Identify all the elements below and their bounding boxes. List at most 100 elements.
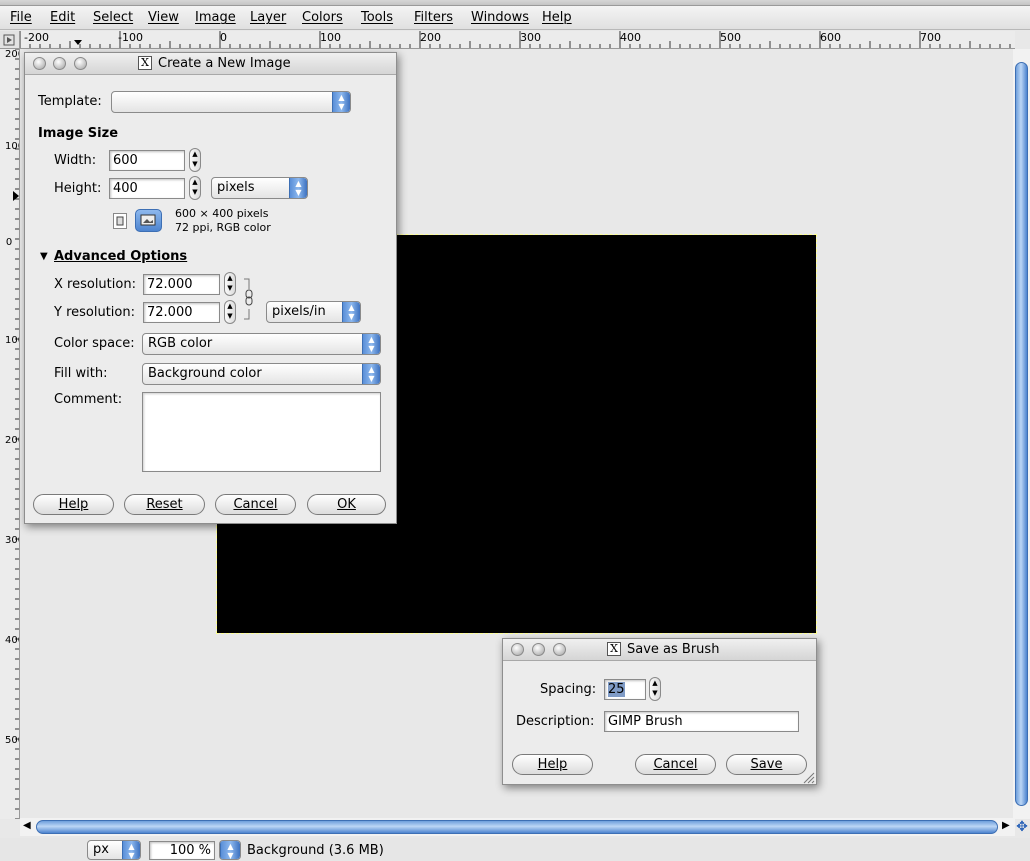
minimize-window-button[interactable] xyxy=(53,57,66,70)
size-info-resolution: 72 ppi, RGB color xyxy=(175,221,271,234)
ruler-label: 100 xyxy=(5,141,19,152)
dialog-title-bar[interactable]: X Save as Brush xyxy=(503,639,816,661)
image-size-heading: Image Size xyxy=(38,126,119,141)
height-input[interactable]: 400 xyxy=(109,178,185,199)
resolution-unit-select[interactable]: pixels/in ▲ ▼ xyxy=(266,301,361,323)
spacing-spinner[interactable]: ▲ ▼ xyxy=(649,677,661,701)
comment-textarea[interactable] xyxy=(142,392,381,472)
reset-button-label: Reset xyxy=(146,497,183,512)
spacing-input-value: 25 xyxy=(608,682,625,697)
description-input[interactable]: GIMP Brush xyxy=(604,711,799,732)
menu-layer[interactable]: Layer xyxy=(250,10,286,25)
y-resolution-input[interactable]: 72.000 xyxy=(143,302,220,323)
zoom-window-button[interactable] xyxy=(553,643,566,656)
chevron-updown-icon: ▲ ▼ xyxy=(220,841,240,859)
zoom-select[interactable]: ▲ ▼ xyxy=(219,840,241,860)
width-label: Width: xyxy=(54,153,97,168)
help-button[interactable]: Help xyxy=(512,754,593,775)
help-button[interactable]: Help xyxy=(33,494,114,515)
minimize-window-button[interactable] xyxy=(532,643,545,656)
menubar: File Edit Select View Image Layer Colors… xyxy=(0,6,1030,30)
resize-grip-icon[interactable] xyxy=(803,772,815,784)
menu-help[interactable]: Help xyxy=(542,10,572,25)
zoom-window-button[interactable] xyxy=(74,57,87,70)
ruler-corner-button[interactable] xyxy=(0,31,20,49)
y-resolution-label: Y resolution: xyxy=(54,305,135,320)
spacing-input[interactable]: 25 xyxy=(604,679,646,700)
expander-triangle-icon[interactable]: ▼ xyxy=(40,251,48,262)
width-spinner[interactable]: ▲ ▼ xyxy=(189,148,201,172)
ruler-label: 200 xyxy=(420,31,441,44)
close-window-button[interactable] xyxy=(33,57,46,70)
size-unit-select[interactable]: pixels ▲ ▼ xyxy=(211,177,308,199)
landscape-button[interactable] xyxy=(135,209,162,232)
cancel-button[interactable]: Cancel xyxy=(635,754,716,775)
color-space-select[interactable]: RGB color ▲ ▼ xyxy=(142,333,381,355)
ruler-label: 300 xyxy=(5,535,19,546)
menu-windows[interactable]: Windows xyxy=(471,10,529,25)
description-label: Description: xyxy=(516,714,595,729)
save-button-label: Save xyxy=(750,757,783,772)
menu-filters[interactable]: Filters xyxy=(414,10,453,25)
portrait-button[interactable] xyxy=(113,213,127,229)
y-resolution-spinner[interactable]: ▲ ▼ xyxy=(224,300,236,324)
horizontal-scrollbar-thumb[interactable] xyxy=(36,820,998,834)
ruler-label: 200 xyxy=(5,435,19,446)
fill-with-label: Fill with: xyxy=(54,366,108,381)
chevron-updown-icon: ▲ ▼ xyxy=(289,178,307,198)
chain-link-button[interactable] xyxy=(243,277,253,321)
dialog-title: Create a New Image xyxy=(158,56,291,71)
cancel-button-label: Cancel xyxy=(233,497,278,512)
scroll-right-icon[interactable]: ▶ xyxy=(1002,820,1010,831)
template-select[interactable]: ▲ ▼ xyxy=(111,91,351,113)
resolution-unit-select-value: pixels/in xyxy=(272,304,326,319)
create-new-image-dialog: X Create a New Image Template: ▲ ▼ Image … xyxy=(24,52,397,524)
x-resolution-spinner[interactable]: ▲ ▼ xyxy=(224,272,236,296)
layer-info: Background (3.6 MB) xyxy=(247,843,384,858)
ok-button-label: OK xyxy=(337,497,356,512)
dialog-title-bar[interactable]: X Create a New Image xyxy=(25,53,396,75)
ok-button[interactable]: OK xyxy=(307,494,386,515)
cancel-button[interactable]: Cancel xyxy=(215,494,296,515)
menu-edit[interactable]: Edit xyxy=(50,10,75,25)
reset-button[interactable]: Reset xyxy=(124,494,205,515)
x-resolution-label: X resolution: xyxy=(54,277,136,292)
chevron-updown-icon: ▲ ▼ xyxy=(332,92,350,112)
chevron-updown-icon: ▲ ▼ xyxy=(362,334,380,354)
ruler-label: 100 xyxy=(5,335,19,346)
height-spinner[interactable]: ▲ ▼ xyxy=(189,176,201,200)
menu-image[interactable]: Image xyxy=(195,10,236,25)
save-button[interactable]: Save xyxy=(726,754,807,775)
height-label: Height: xyxy=(54,181,102,196)
chevron-updown-icon: ▲ ▼ xyxy=(342,302,360,322)
x-resolution-input[interactable]: 72.000 xyxy=(143,274,220,295)
navigate-icon[interactable]: ✥ xyxy=(1014,819,1030,837)
zoom-input[interactable]: 100 % xyxy=(149,841,215,860)
menu-colors[interactable]: Colors xyxy=(302,10,343,25)
cancel-button-label: Cancel xyxy=(653,757,698,772)
ruler-label: 700 xyxy=(920,31,941,44)
ruler-label: 200 xyxy=(5,49,19,60)
ruler-ticks xyxy=(13,49,19,819)
color-space-label: Color space: xyxy=(54,336,135,351)
chevron-updown-icon: ▲ ▼ xyxy=(362,364,380,384)
menu-file[interactable]: File xyxy=(10,10,32,25)
ruler-label: -200 xyxy=(24,31,49,44)
width-input[interactable]: 600 xyxy=(109,150,185,171)
unit-select[interactable]: px ▲ ▼ xyxy=(87,840,141,860)
color-space-select-value: RGB color xyxy=(148,336,213,351)
fill-with-select[interactable]: Background color ▲ ▼ xyxy=(142,363,381,385)
advanced-options-expander[interactable]: Advanced Options xyxy=(54,249,187,264)
dialog-title: Save as Brush xyxy=(627,642,720,657)
menu-tools[interactable]: Tools xyxy=(361,10,393,25)
menu-select[interactable]: Select xyxy=(93,10,133,25)
scroll-left-icon[interactable]: ◀ xyxy=(23,820,31,831)
horizontal-ruler: -200 -100 0 100 200 300 400 500 600 700 xyxy=(20,31,1015,49)
close-window-button[interactable] xyxy=(511,643,524,656)
unit-select-value: px xyxy=(93,842,109,857)
x11-icon: X xyxy=(138,56,152,70)
vertical-scrollbar-thumb[interactable] xyxy=(1015,62,1028,806)
menu-view[interactable]: View xyxy=(148,10,179,25)
ruler-label: 100 xyxy=(320,31,341,44)
comment-label: Comment: xyxy=(54,392,123,407)
